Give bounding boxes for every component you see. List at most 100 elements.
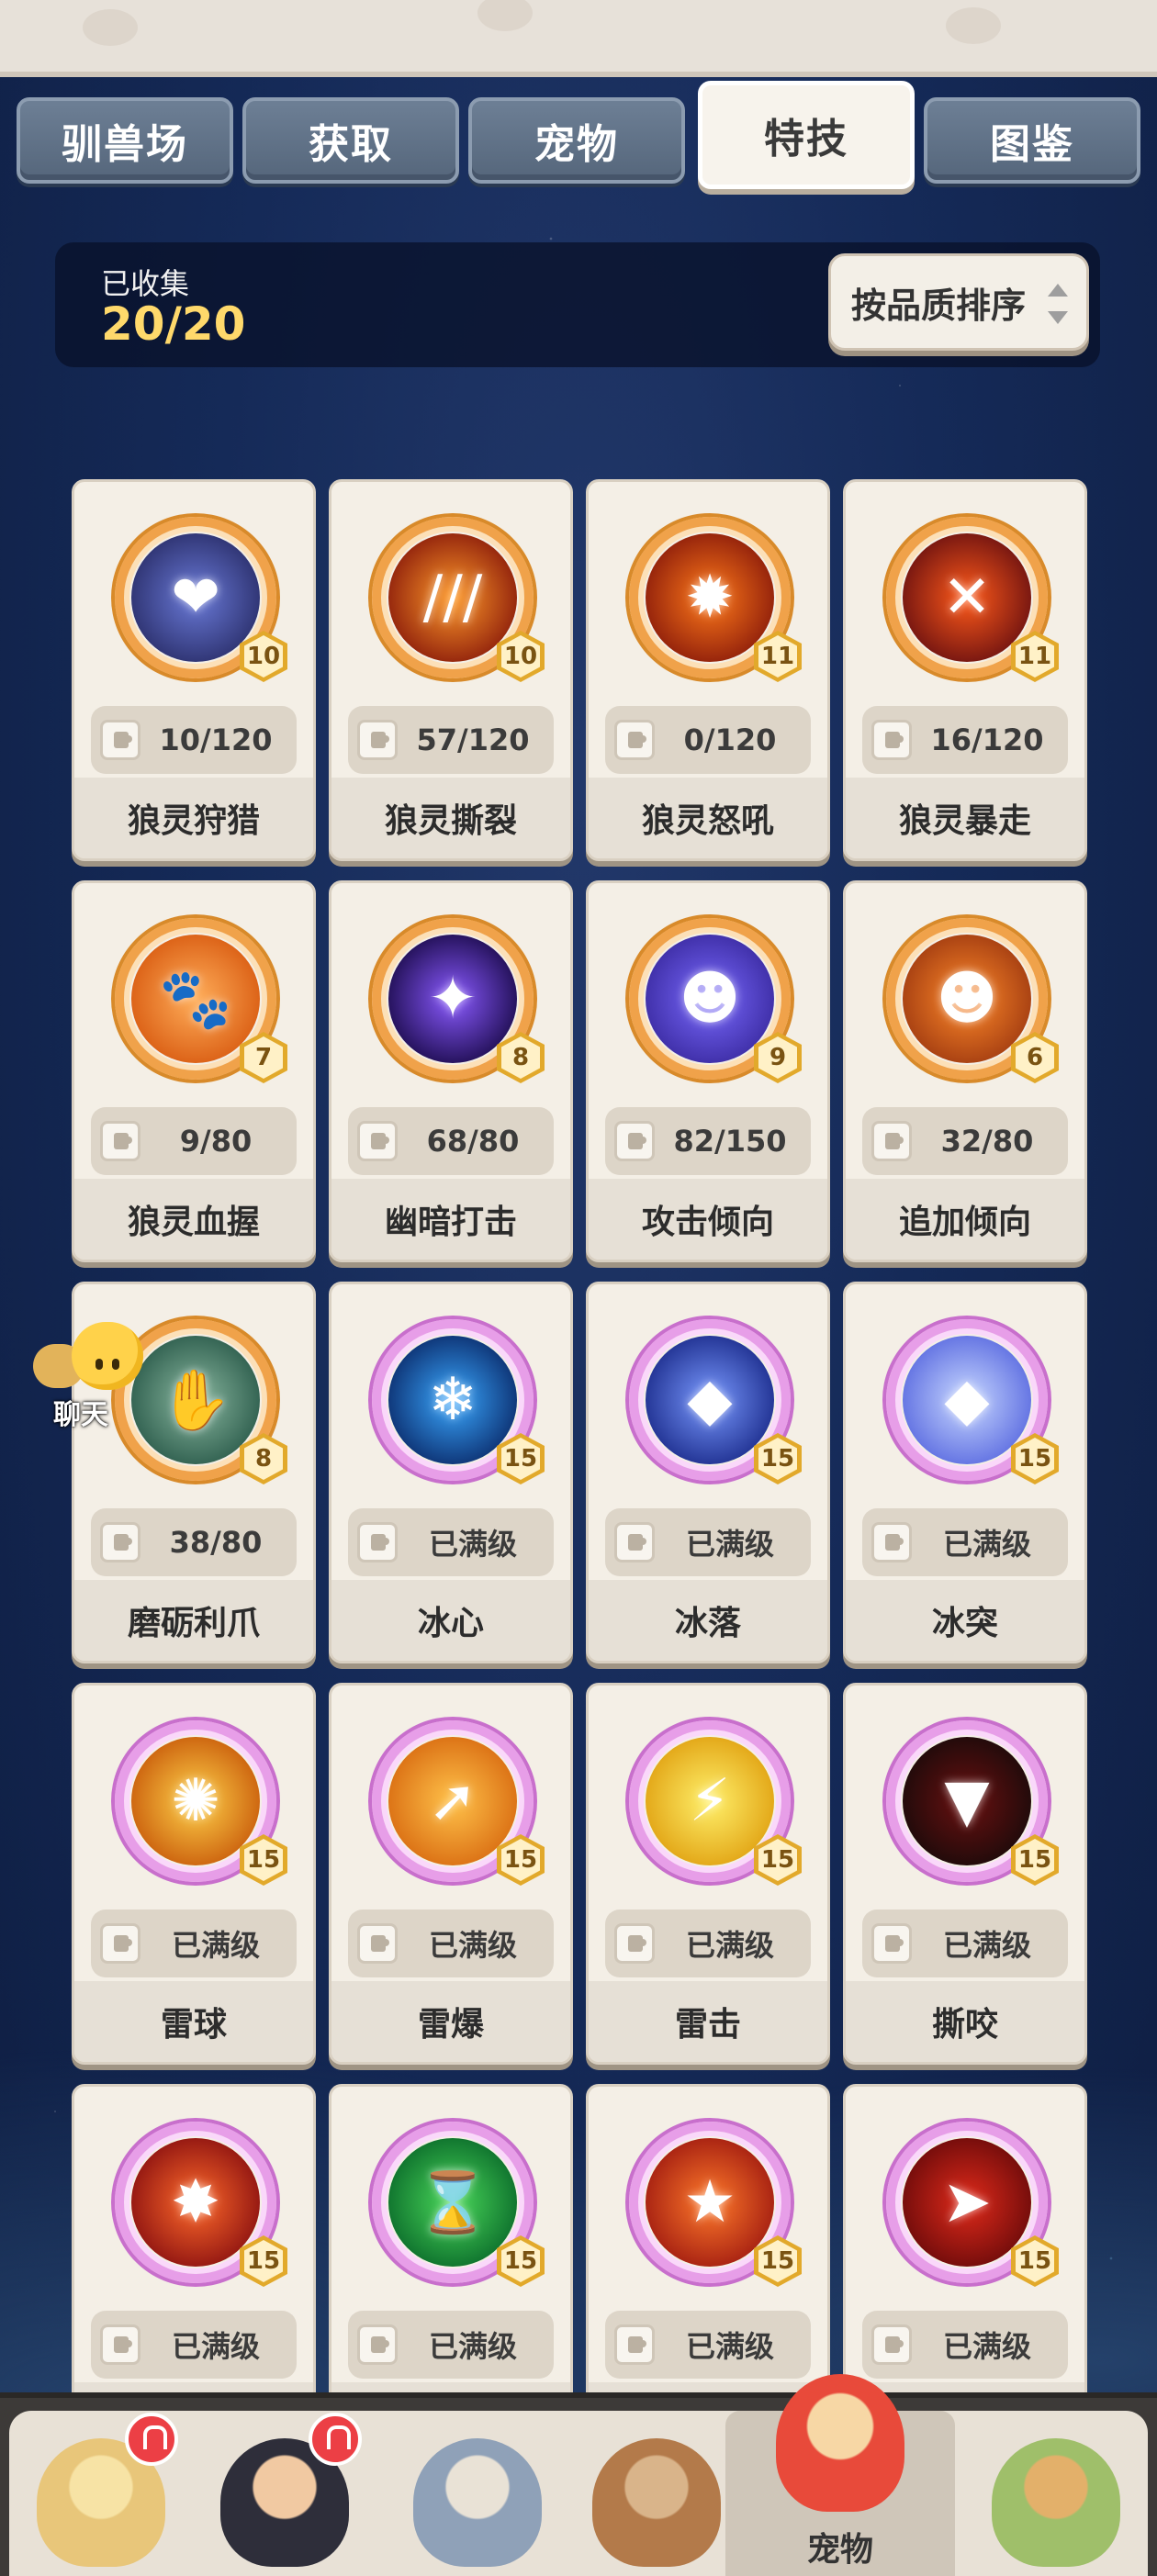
skill-glyph: ✕ (942, 564, 992, 632)
bottom-nav-tray: 宠物 (9, 2374, 1148, 2576)
skill-glyph: 🐾 (159, 965, 232, 1034)
puzzle-piece-icon (357, 720, 398, 760)
ice-heart-icon: ❄ (388, 1336, 517, 1464)
shard-progress-text: 9/80 (179, 1124, 253, 1159)
tab-pets[interactable]: 宠物 (468, 97, 685, 184)
skill-glyph: ◆ (687, 1366, 733, 1434)
chat-button[interactable]: 聊天 (33, 1313, 143, 1431)
purple-beast-icon: ☻ (646, 935, 774, 1063)
skill-card[interactable]: ❄ 15 已满级 冰心 (329, 1282, 573, 1663)
stun-fist-icon: ★ (646, 2138, 774, 2267)
skill-icon-frame: ☻ 9 (629, 918, 802, 1083)
skill-icon-frame: ❄ 15 (372, 1319, 545, 1484)
skill-card[interactable]: ➚ 15 已满级 雷爆 (329, 1683, 573, 2065)
nav-item[interactable] (9, 2411, 193, 2576)
skill-glyph: ◆ (944, 1366, 990, 1434)
nav-item[interactable] (193, 2411, 376, 2576)
skill-name: 雷爆 (331, 1981, 570, 2062)
sort-by-quality-button[interactable]: 按品质排序 (828, 253, 1089, 351)
level-value: 11 (758, 635, 797, 678)
shard-progress-text: 已满级 (685, 2329, 774, 2364)
skill-name: 冰落 (589, 1580, 827, 1661)
skill-glyph: ✦ (428, 965, 477, 1033)
dash-icon: ➤ (903, 2138, 1031, 2267)
puzzle-piece-icon (100, 720, 140, 760)
shard-progress: 38/80 (91, 1508, 297, 1576)
level-value: 15 (244, 2240, 283, 2282)
level-value: 8 (244, 1438, 283, 1480)
shard-progress: 68/80 (348, 1107, 554, 1175)
puzzle-piece-icon (100, 2324, 140, 2365)
skill-icon-frame: ☻ 6 (886, 918, 1059, 1083)
skill-card[interactable]: 🐾 7 9/80 狼灵血握 (72, 880, 316, 1262)
tab-training-ground[interactable]: 驯兽场 (17, 97, 233, 184)
skill-glyph: ➚ (428, 1767, 477, 1835)
shard-progress-text: 32/80 (940, 1124, 1034, 1159)
nav-item[interactable] (964, 2411, 1148, 2576)
skill-card[interactable]: ◆ 15 已满级 冰落 (586, 1282, 830, 1663)
fox-icon: ☻ (903, 935, 1031, 1063)
skill-name: 幽暗打击 (331, 1179, 570, 1260)
skill-icon-frame: ➚ 15 (372, 1720, 545, 1886)
explosion-icon: ✹ (646, 533, 774, 662)
dark-strike-icon: ✦ (388, 935, 517, 1063)
tab-codex[interactable]: 图鉴 (924, 97, 1140, 184)
skill-card[interactable]: ◆ 15 已满级 冰突 (843, 1282, 1087, 1663)
level-value: 15 (758, 2240, 797, 2282)
nav-item[interactable]: 宠物 (725, 2374, 955, 2576)
shard-progress: 9/80 (91, 1107, 297, 1175)
tab-obtain[interactable]: 获取 (242, 97, 459, 184)
shard-progress: 已满级 (348, 1508, 554, 1576)
puzzle-piece-icon (100, 1522, 140, 1562)
shard-progress: 32/80 (862, 1107, 1068, 1175)
puzzle-piece-icon (871, 1923, 912, 1964)
skill-card[interactable]: ⚡ 15 已满级 雷击 (586, 1683, 830, 2065)
decor-shape (83, 9, 138, 46)
notification-bell-icon (309, 2413, 362, 2466)
tab-skills[interactable]: 特技 (698, 81, 915, 189)
skill-card[interactable]: ❤ 10 10/120 狼灵狩猎 (72, 479, 316, 861)
skill-glyph: /// (422, 564, 483, 632)
skill-card[interactable]: ▼ 15 已满级 撕咬 (843, 1683, 1087, 2065)
ice-fall-icon: ◆ (646, 1336, 774, 1464)
skill-icon-frame: ✕ 11 (886, 517, 1059, 682)
shard-progress: 已满级 (348, 1910, 554, 1977)
skill-icon-frame: ◆ 15 (886, 1319, 1059, 1484)
skill-name: 攻击倾向 (589, 1179, 827, 1260)
skill-icon-frame: ⌛ 15 (372, 2122, 545, 2287)
skill-icon-frame: ✺ 15 (115, 1720, 287, 1886)
skill-icon-frame: ★ 15 (629, 2122, 802, 2287)
skill-card[interactable]: ✺ 15 已满级 雷球 (72, 1683, 316, 2065)
skill-card[interactable]: /// 10 57/120 狼灵撕裂 (329, 479, 573, 861)
collection-bar: 已收集 20/20 按品质排序 (55, 242, 1100, 367)
shard-progress: 已满级 (862, 1508, 1068, 1576)
skill-icon-frame: ✦ 8 (372, 918, 545, 1083)
puzzle-piece-icon (871, 2324, 912, 2365)
skill-card[interactable]: ✹ 11 0/120 狼灵怒吼 (586, 479, 830, 861)
skill-card[interactable]: ✦ 8 68/80 幽暗打击 (329, 880, 573, 1262)
skill-card[interactable]: ☻ 9 82/150 攻击倾向 (586, 880, 830, 1262)
skill-icon-frame: ❤ 10 (115, 517, 287, 682)
skill-glyph: ❄ (428, 1366, 477, 1434)
skill-name: 雷击 (589, 1981, 827, 2062)
skill-name: 冰突 (846, 1580, 1084, 1661)
puzzle-piece-icon (614, 720, 655, 760)
wolf-heart-icon: ❤ (131, 533, 260, 662)
shard-progress-text: 已满级 (685, 1527, 774, 1562)
shard-progress-text: 57/120 (416, 722, 530, 757)
level-value: 15 (1016, 1438, 1054, 1480)
level-value: 10 (501, 635, 540, 678)
nav-item[interactable] (386, 2411, 569, 2576)
shard-progress-text: 已满级 (171, 2329, 260, 2364)
skill-card[interactable]: ☻ 6 32/80 追加倾向 (843, 880, 1087, 1262)
skill-name: 狼灵怒吼 (589, 778, 827, 858)
puzzle-piece-icon (614, 2324, 655, 2365)
skill-card[interactable]: ✕ 11 16/120 狼灵暴走 (843, 479, 1087, 861)
skill-name: 冰心 (331, 1580, 570, 1661)
skill-glyph: ✸ (171, 2168, 220, 2236)
skill-glyph: ✺ (171, 1767, 220, 1835)
nav-item[interactable] (578, 2411, 735, 2576)
puzzle-piece-icon (357, 1923, 398, 1964)
skill-name: 狼灵撕裂 (331, 778, 570, 858)
skill-icon-frame: ⚡ 15 (629, 1720, 802, 1886)
